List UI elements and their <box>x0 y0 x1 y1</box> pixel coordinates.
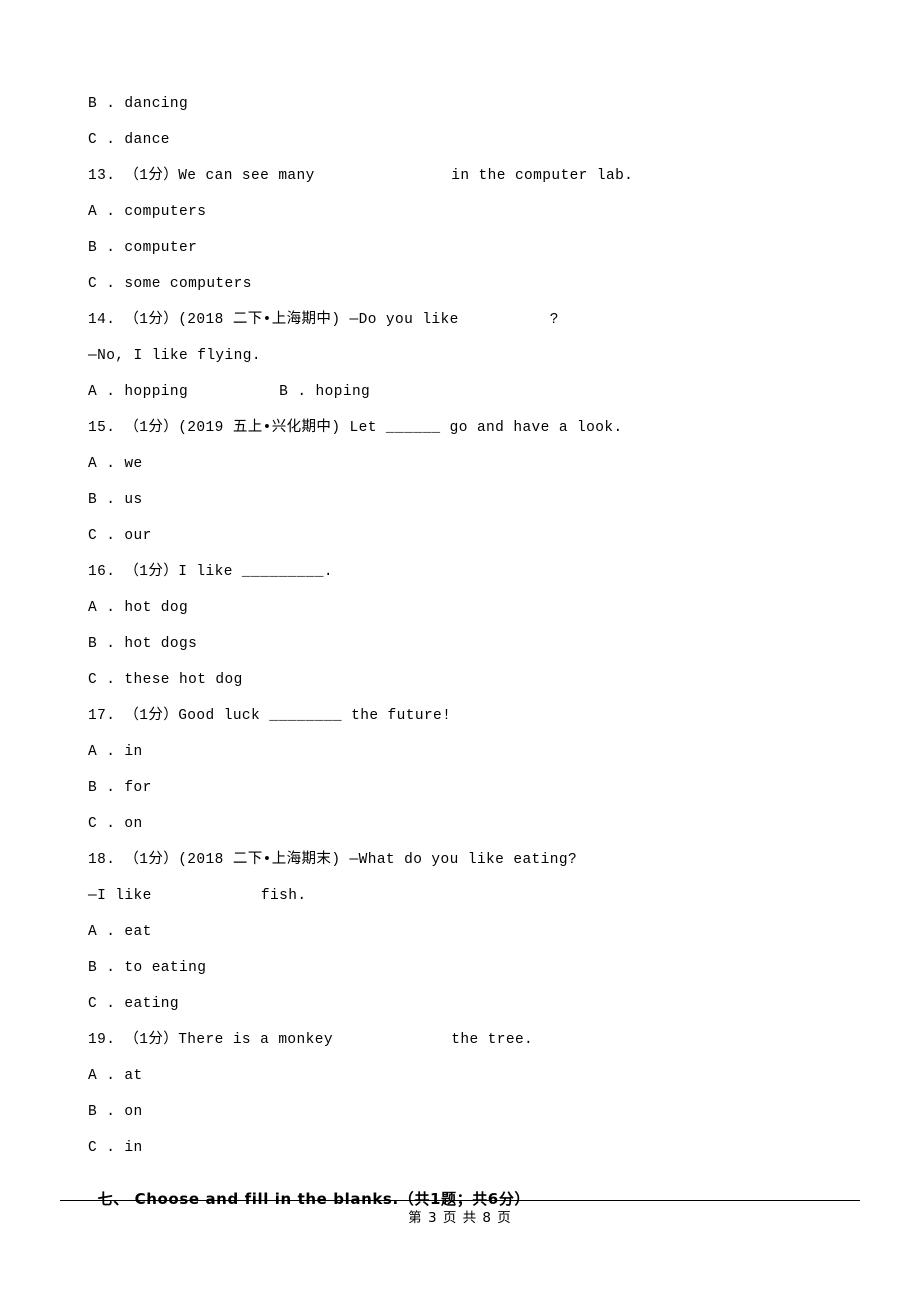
answer-option: A . computers <box>88 204 207 220</box>
answer-option: A . eat <box>88 924 152 940</box>
question-item: 19. （1分）There is a monkey the tree. <box>88 1032 534 1048</box>
question-item: 14. （1分）(2018 二下•上海期中) —Do you like ? <box>88 312 559 328</box>
answer-option: A . hopping B . hoping <box>88 384 371 400</box>
question-continuation: —No, I like flying. <box>88 348 261 364</box>
answer-option: B . on <box>88 1104 143 1120</box>
answer-option: B . dancing <box>88 96 189 112</box>
footer-divider <box>60 1200 860 1201</box>
document-page: B . dancing C . dance 13. （1分）We can see… <box>0 0 920 1302</box>
answer-option: A . hot dog <box>88 600 189 616</box>
question-item: 16. （1分）I like _________. <box>88 564 333 580</box>
question-continuation: —I like fish. <box>88 888 307 904</box>
answer-option: C . in <box>88 1140 143 1156</box>
question-item: 13. （1分）We can see many in the computer … <box>88 168 634 184</box>
answer-option: C . on <box>88 816 143 832</box>
question-item: 18. （1分）(2018 二下•上海期末) —What do you like… <box>88 852 578 868</box>
question-item: 17. （1分）Good luck ________ the future! <box>88 708 452 724</box>
answer-option: A . we <box>88 456 143 472</box>
answer-option: C . some computers <box>88 276 252 292</box>
answer-option: A . in <box>88 744 143 760</box>
answer-option: B . for <box>88 780 152 796</box>
answer-option: C . dance <box>88 132 170 148</box>
question-item: 15. （1分）(2019 五上•兴化期中) Let ______ go and… <box>88 420 623 436</box>
answer-option: B . hot dogs <box>88 636 198 652</box>
answer-option: C . eating <box>88 996 180 1012</box>
answer-option: A . at <box>88 1068 143 1084</box>
answer-option: B . us <box>88 492 143 508</box>
answer-option: B . computer <box>88 240 198 256</box>
answer-option: C . these hot dog <box>88 672 243 688</box>
answer-option: C . our <box>88 528 152 544</box>
answer-option: B . to eating <box>88 960 207 976</box>
page-footer: 第 3 页 共 8 页 <box>408 1210 512 1226</box>
question-list: B . dancing C . dance 13. （1分）We can see… <box>88 86 828 1166</box>
